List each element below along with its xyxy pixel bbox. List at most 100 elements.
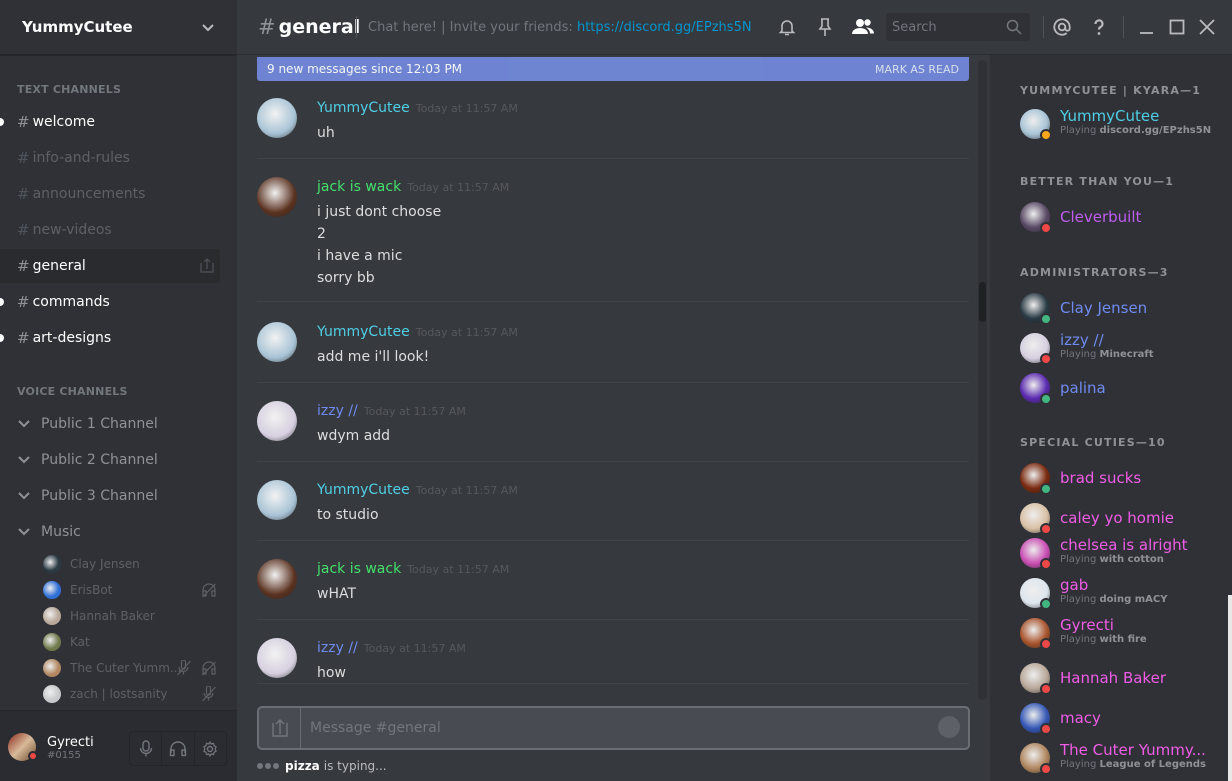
discord-window: YummyCutee TEXT CHANNELS # welcome # info-a… <box>0 0 1232 781</box>
voice-user[interactable]: Clay Jensen <box>43 552 223 576</box>
pin-icon[interactable] <box>815 17 835 37</box>
playing-label: Playing <box>1060 554 1097 565</box>
member-item[interactable]: Hannah Baker <box>1020 661 1225 695</box>
deafen-button[interactable] <box>162 732 195 765</box>
status-indicator-dnd <box>1040 222 1052 234</box>
mentions-icon[interactable] <box>1052 17 1072 37</box>
message-author[interactable]: jack is wack <box>317 561 401 577</box>
member-item[interactable]: The Cuter Yummy... Playing League of Lege… <box>1020 741 1225 775</box>
message-avatar[interactable] <box>257 401 297 441</box>
voice-user[interactable]: Hannah Baker <box>43 604 223 628</box>
message-avatar[interactable] <box>257 322 297 362</box>
message-avatar[interactable] <box>257 177 297 217</box>
channel-commands[interactable]: # commands <box>0 285 220 319</box>
member-item[interactable]: palina <box>1020 371 1225 405</box>
message-header: YummyCutee Today at 11:57 AM <box>317 324 518 340</box>
invite-link[interactable]: https://discord.gg/EPzhs5N <box>577 20 752 35</box>
voice-channel-label: Music <box>41 524 81 540</box>
voice-channel-3[interactable]: Music <box>17 518 81 546</box>
channel-announcements[interactable]: # announcements <box>0 177 220 211</box>
hash-icon: # <box>17 113 30 131</box>
playing-label: Playing <box>1060 349 1097 360</box>
member-item[interactable]: Gyrecti Playing with fire <box>1020 616 1225 650</box>
message-content: to studio <box>317 504 379 526</box>
divider <box>356 16 357 38</box>
message-author[interactable]: jack is wack <box>317 179 401 195</box>
guild-header[interactable]: YummyCutee <box>0 0 237 55</box>
member-item[interactable]: gab Playing doing mACY <box>1020 576 1225 610</box>
member-item[interactable]: YummyCutee Playing discord.gg/EPzhs5N <box>1020 107 1225 141</box>
status-indicator-online <box>1040 483 1052 495</box>
minimize-icon[interactable] <box>1137 17 1157 37</box>
unread-indicator <box>0 298 4 306</box>
mark-as-read-button[interactable]: MARK AS READ <box>875 63 959 76</box>
voice-channel-label: Public 3 Channel <box>41 488 158 504</box>
playing-label: Playing <box>1060 125 1097 136</box>
member-item[interactable]: brad sucks <box>1020 461 1225 495</box>
message-input[interactable]: Message #general <box>257 706 970 750</box>
member-name: Hannah Baker <box>1060 669 1166 687</box>
maximize-icon[interactable] <box>1167 17 1187 37</box>
message-placeholder: Message #general <box>310 720 441 736</box>
user-settings-button[interactable] <box>195 732 226 765</box>
member-list: YUMMYCUTEE | KYARA—1 YummyCutee Playing di… <box>990 55 1232 781</box>
status-indicator-online <box>1040 393 1052 405</box>
message-avatar[interactable] <box>257 98 297 138</box>
chevron-down-icon[interactable] <box>201 20 215 34</box>
voice-user[interactable]: zach | lostsanity <box>43 682 223 706</box>
text-channels-category[interactable]: TEXT CHANNELS <box>0 83 121 96</box>
channel-art-designs[interactable]: # art-designs <box>0 321 220 355</box>
voice-user[interactable]: ErisBot <box>43 578 223 602</box>
message: jack is wack Today at 11:57 AM wHAT <box>257 559 969 620</box>
member-item[interactable]: Cleverbuilt <box>1020 200 1225 234</box>
voice-user[interactable]: Kat <box>43 630 223 654</box>
channel-general[interactable]: # general <box>0 249 220 283</box>
member-group-header: YUMMYCUTEE | KYARA—1 <box>1020 84 1202 97</box>
voice-user[interactable]: The Cuter Yumm... <box>43 656 223 680</box>
member-item[interactable]: izzy //Playing Minecraft <box>1020 331 1225 365</box>
message-author[interactable]: YummyCutee <box>317 482 410 498</box>
message-header: izzy // Today at 11:57 AM <box>317 640 466 656</box>
message-line: 2 <box>317 226 326 242</box>
message-avatar[interactable] <box>257 480 297 520</box>
help-icon[interactable] <box>1089 17 1109 37</box>
mute-button[interactable] <box>130 732 163 765</box>
message-author[interactable]: YummyCutee <box>317 100 410 116</box>
search-input[interactable]: Search <box>886 13 1030 41</box>
voice-channel-2[interactable]: Public 3 Channel <box>17 482 158 510</box>
member-group-header: ADMINISTRATORS—3 <box>1020 266 1169 279</box>
guild-name: YummyCutee <box>22 18 133 36</box>
member-item[interactable]: chelsea is alright Playing with cotton <box>1020 536 1225 570</box>
new-messages-bar[interactable]: 9 new messages since 12:03 PM MARK AS RE… <box>257 57 969 81</box>
message-avatar[interactable] <box>257 559 297 599</box>
channel-welcome[interactable]: # welcome <box>0 105 220 139</box>
create-invite-icon[interactable] <box>200 258 214 273</box>
member-item[interactable]: macy <box>1020 701 1225 735</box>
upload-button[interactable] <box>259 708 301 748</box>
channel-label: commands <box>32 294 110 310</box>
close-icon[interactable] <box>1197 17 1217 37</box>
channel-info-and-rules[interactable]: # info-and-rules <box>0 141 220 175</box>
member-item[interactable]: caley yo homie <box>1020 501 1225 535</box>
channel-label: new-videos <box>32 222 112 238</box>
message-author[interactable]: izzy // <box>317 640 358 656</box>
message-line: how <box>317 665 346 681</box>
voice-channels-category[interactable]: VOICE CHANNELS <box>0 385 128 398</box>
scrollbar-track[interactable] <box>978 60 987 700</box>
message-author[interactable]: YummyCutee <box>317 324 410 340</box>
user-panel: Gyrecti #0155 <box>0 710 237 781</box>
message-line: to studio <box>317 507 379 523</box>
member-item[interactable]: Clay Jensen <box>1020 291 1225 325</box>
message-avatar[interactable] <box>257 638 297 678</box>
voice-channel-1[interactable]: Public 2 Channel <box>17 446 158 474</box>
member-list-icon[interactable] <box>851 17 875 37</box>
typing-dot <box>273 763 279 769</box>
channel-new-videos[interactable]: # new-videos <box>0 213 220 247</box>
emoji-picker-icon[interactable] <box>938 716 960 738</box>
voice-channel-0[interactable]: Public 1 Channel <box>17 410 158 438</box>
activity-name: with cotton <box>1099 554 1164 565</box>
scrollbar-thumb[interactable] <box>979 282 986 322</box>
message-author[interactable]: izzy // <box>317 403 358 419</box>
message-line: i just dont choose <box>317 204 442 220</box>
bell-icon[interactable] <box>777 17 797 37</box>
